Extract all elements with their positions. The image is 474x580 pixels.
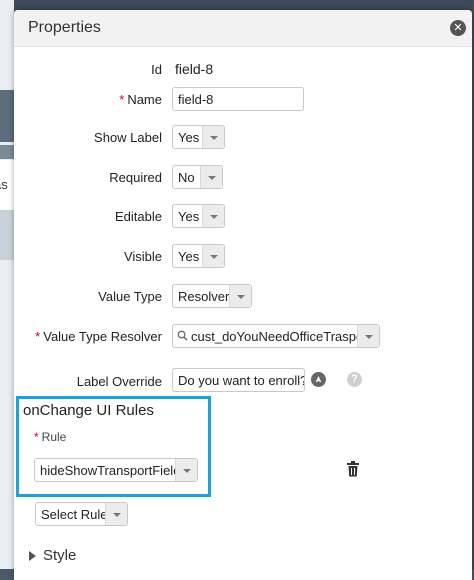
expand-triangle-icon [29,551,36,561]
chevron-down-icon [202,126,224,148]
value-type-resolver-select[interactable]: cust_doYouNeedOfficeTrasport [172,324,380,348]
show-label-select[interactable]: Yes [172,125,225,149]
id-label: Id [151,62,162,77]
properties-dialog: Properties ✕ Id field-8 * Name field-8 Sh… [14,10,472,580]
name-input[interactable]: field-8 [172,87,304,111]
chevron-down-icon [105,503,127,525]
value-type-select[interactable]: Resolver [172,284,252,308]
help-icon[interactable]: ? [347,372,362,387]
required-marker: * [34,430,39,444]
editable-label: Editable [115,209,162,224]
close-icon[interactable]: ✕ [450,20,466,36]
background-header [0,0,474,10]
label-override-input[interactable]: Do you want to enroll? [172,368,305,392]
chevron-down-icon [175,459,197,481]
chevron-down-icon [357,325,379,347]
select-rule-dropdown[interactable]: Select Rule [35,502,128,526]
value-type-label: Value Type [98,289,162,304]
trash-icon[interactable] [346,461,360,477]
onchange-rules-title: onChange UI Rules [23,402,154,419]
dialog-header: Properties ✕ [14,10,472,47]
editable-select[interactable]: Yes [172,204,225,228]
visible-label: Visible [123,249,162,264]
required-marker: * [35,329,41,344]
name-label: * Name [119,92,162,107]
visible-select[interactable]: Yes [172,244,225,268]
translate-icon[interactable] [311,372,326,387]
label-override-label: Label Override [76,374,162,389]
dialog-title: Properties [28,19,101,36]
chevron-down-icon [202,205,224,227]
required-marker: * [119,92,125,107]
chevron-down-icon [200,166,222,188]
id-value: field-8 [175,61,214,77]
show-label-label: Show Label [94,130,162,145]
chevron-down-icon [229,285,251,307]
style-section-label: Style [43,547,77,564]
value-type-resolver-label: * Value Type Resolver [35,329,162,344]
required-select[interactable]: No [172,165,223,189]
background-partial-text: as [0,177,8,192]
search-icon [177,330,188,341]
required-label: Required [109,170,162,185]
rule-label: * Rule [34,430,67,444]
rule-select[interactable]: hideShowTransportFields [34,458,198,482]
chevron-down-icon [202,245,224,267]
background-left-panel [0,0,14,569]
